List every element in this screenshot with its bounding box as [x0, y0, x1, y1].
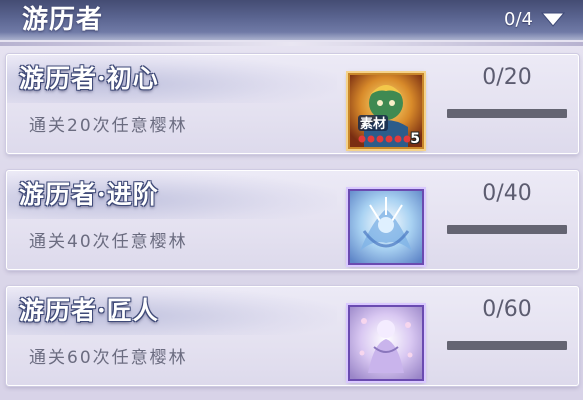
triangle-down-icon[interactable] [541, 11, 565, 27]
task-title: 游历者·匠人 [19, 296, 159, 325]
task-progress-text: 0/40 [482, 181, 532, 206]
category-title: 游历者 [22, 5, 104, 35]
reward-item[interactable] [348, 305, 424, 381]
task-progress-text: 0/20 [482, 65, 532, 90]
reward-count: 5 [410, 131, 420, 147]
task-card-advanced: 游历者·进阶 通关40次任意樱林 0/40 [6, 170, 579, 270]
header-divider [0, 42, 583, 46]
task-progress-bar [447, 225, 567, 234]
reward-item[interactable]: 素材 5 [348, 73, 424, 149]
task-title: 游历者·初心 [19, 64, 159, 93]
task-title: 游历者·进阶 [19, 180, 159, 209]
task-description: 通关60次任意樱林 [29, 348, 188, 368]
task-progress-text: 0/60 [482, 297, 532, 322]
ice-spirit-icon [350, 191, 422, 263]
task-card-artisan: 游历者·匠人 通关60次任意樱林 0/60 [6, 286, 579, 386]
category-progress: 0/4 [504, 9, 533, 30]
reward-badge-text: 素材 [360, 116, 386, 132]
task-description: 通关20次任意樱林 [29, 116, 188, 136]
task-description: 通关40次任意樱林 [29, 232, 188, 252]
task-progress-bar [447, 341, 567, 350]
reward-item[interactable] [348, 189, 424, 265]
task-card-beginner: 游历者·初心 通关20次任意樱林 素材 5 0/20 [6, 54, 579, 154]
sakura-spirit-icon [350, 307, 422, 379]
category-header[interactable]: 游历者 0/4 [0, 0, 583, 40]
task-progress-bar [447, 109, 567, 118]
